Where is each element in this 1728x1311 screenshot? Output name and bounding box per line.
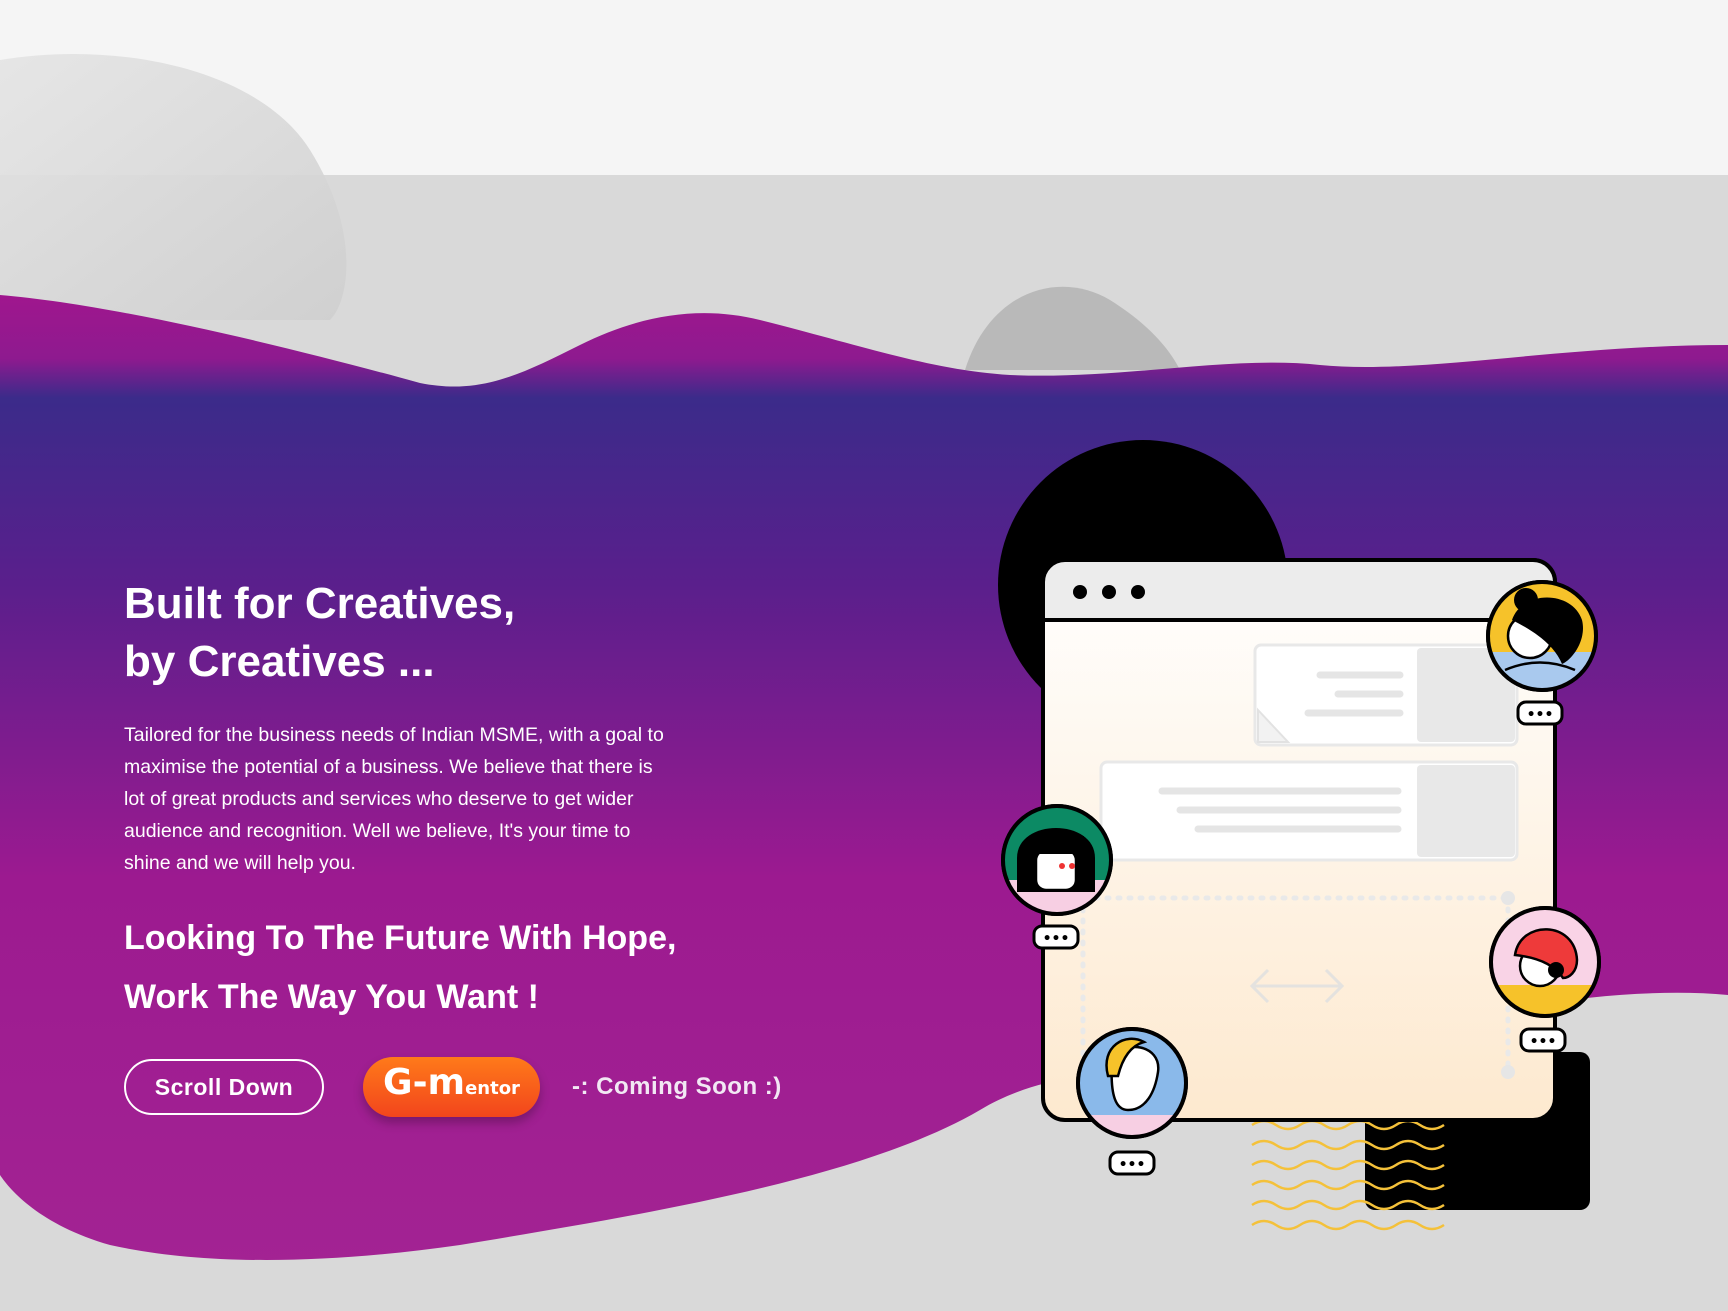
hero-page: Built for Creatives, by Creatives ... Ta… (0, 0, 1728, 1311)
gmentor-logo-main: G-m (383, 1062, 466, 1103)
cta-row: Scroll Down G-m entor -: Coming Soon :) (124, 1056, 782, 1118)
scroll-down-button[interactable]: Scroll Down (124, 1059, 324, 1115)
gmentor-logo-sub: entor (465, 1078, 520, 1099)
hero-tagline: Looking To The Future With Hope, Work Th… (124, 909, 684, 1027)
hero-headline-line2: by Creatives ... (124, 637, 435, 686)
hero-text-block: Built for Creatives, by Creatives ... Ta… (124, 575, 684, 1027)
hero-tagline-line2: Work The Way You Want ! (124, 978, 539, 1016)
hero-tagline-line1: Looking To The Future With Hope, (124, 919, 677, 957)
hero-headline: Built for Creatives, by Creatives ... (124, 575, 684, 691)
hero-headline-line1: Built for Creatives, (124, 579, 516, 628)
hero-description: Tailored for the business needs of India… (124, 724, 664, 874)
gmentor-button[interactable]: G-m entor (363, 1057, 540, 1117)
coming-soon-text: -: Coming Soon :) (572, 1073, 782, 1100)
